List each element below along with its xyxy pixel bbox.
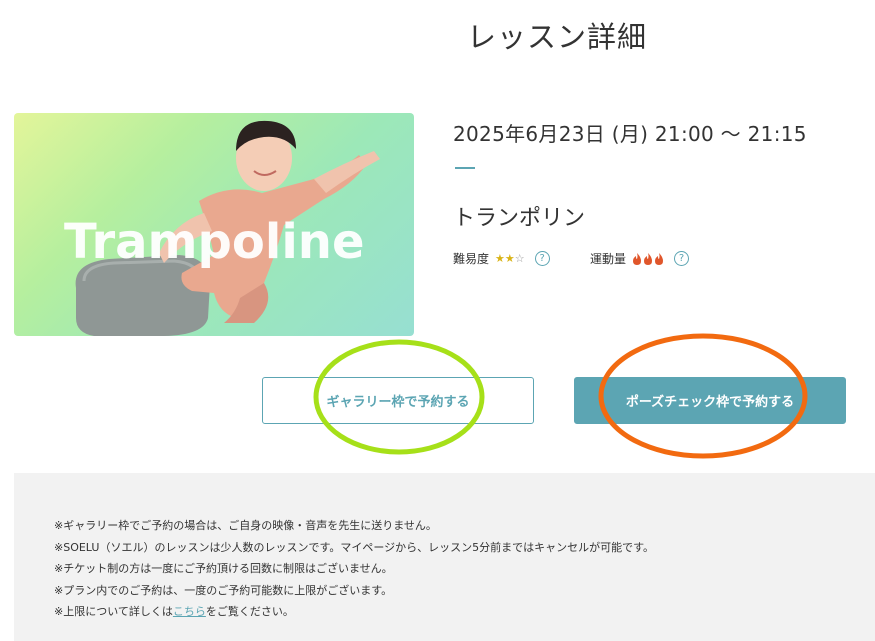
lesson-datetime: 2025年6月23日 (月) 21:00 〜 21:15 bbox=[453, 122, 807, 146]
trampoline-illustration: Trampoline bbox=[64, 120, 380, 336]
lesson-thumbnail: Trampoline bbox=[14, 113, 414, 336]
lesson-image-title: Trampoline bbox=[64, 214, 365, 270]
flame-icon bbox=[633, 252, 642, 265]
note-text: ※上限について詳しくは bbox=[54, 605, 173, 618]
page-title: レッスン詳細 bbox=[467, 20, 648, 54]
intensity-row: 運動量 ? bbox=[590, 250, 690, 267]
note-item: ※SOELU（ソエル）のレッスンは少人数のレッスンです。マイページから、レッスン… bbox=[54, 540, 655, 554]
flame-icon bbox=[655, 252, 664, 265]
pose-check-reserve-button[interactable]: ポーズチェック枠で予約する bbox=[574, 377, 846, 424]
note-item: ※チケット制の方は一度にご予約頂ける回数に制限はございません。 bbox=[54, 562, 393, 575]
note-text: をご覧ください。 bbox=[205, 605, 294, 618]
lesson-name: トランポリン bbox=[453, 206, 586, 231]
difficulty-stars: ★★☆ bbox=[495, 252, 525, 265]
note-item: ※上限について詳しくはこちらをご覧ください。 bbox=[54, 601, 875, 623]
flame-icon bbox=[644, 252, 653, 265]
details-link[interactable]: こちら bbox=[173, 605, 206, 618]
reservation-notes: ※ギャラリー枠でご予約の場合は、ご自身の映像・音声を先生に送りません。 ※SOE… bbox=[14, 473, 875, 641]
accent-divider bbox=[455, 167, 475, 169]
intensity-help-icon[interactable]: ? bbox=[674, 251, 690, 266]
gallery-reserve-button[interactable]: ギャラリー枠で予約する bbox=[262, 377, 534, 424]
note-item: ※プラン内でのご予約は、一度のご予約可能数に上限がございます。 bbox=[54, 583, 393, 597]
intensity-flames bbox=[632, 252, 664, 265]
intensity-label: 運動量 bbox=[590, 252, 627, 266]
difficulty-label: 難易度 bbox=[453, 252, 490, 266]
difficulty-help-icon[interactable]: ? bbox=[534, 251, 550, 266]
difficulty-row: 難易度 ★★☆ ? bbox=[453, 250, 550, 267]
star-filled-icon: ★ bbox=[495, 252, 505, 265]
note-item: ※ギャラリー枠でご予約の場合は、ご自身の映像・音声を先生に送りません。 bbox=[54, 519, 437, 532]
star-filled-icon: ★ bbox=[504, 252, 515, 265]
star-empty-icon: ☆ bbox=[514, 252, 525, 265]
